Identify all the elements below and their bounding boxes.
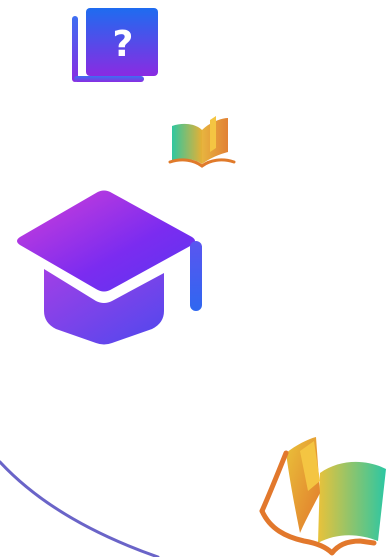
cap-board <box>17 190 195 292</box>
arc-line <box>0 460 160 557</box>
book-right-page <box>318 461 386 543</box>
question-mark-glyph: ? <box>113 24 134 65</box>
book-spine-line <box>259 450 289 514</box>
help-book-icon: ? <box>72 8 158 82</box>
graduation-cap-icon <box>17 190 202 345</box>
book-spine <box>72 16 78 82</box>
open-book-icon <box>168 116 236 168</box>
book-bookmark <box>210 116 216 152</box>
cap-tassel <box>190 241 202 311</box>
book-bottom <box>74 76 144 82</box>
open-book-icon <box>259 437 386 556</box>
book-left-page <box>172 123 202 164</box>
